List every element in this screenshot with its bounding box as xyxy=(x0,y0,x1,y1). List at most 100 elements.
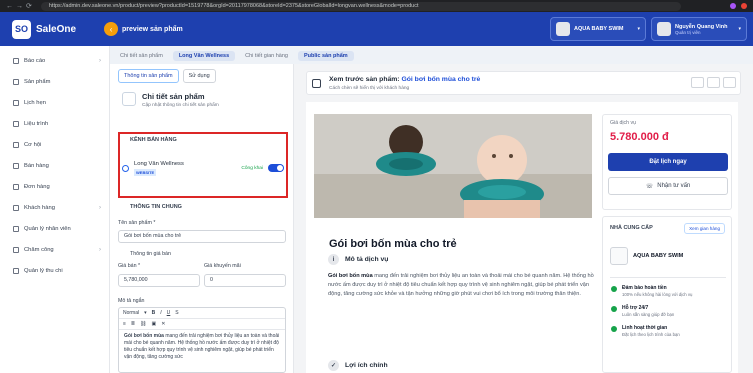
address-bar[interactable]: https://admin.dev.saleone.vn/product/pre… xyxy=(40,1,681,11)
back-button[interactable]: ‹ xyxy=(104,22,119,36)
preview-title-product: Gói bơi bốn mùa cho trẻ xyxy=(401,76,481,83)
store-name: AQUA BABY SWIM xyxy=(574,26,624,32)
name-input[interactable]: Gói bơi bốn mùa cho trẻ xyxy=(118,230,286,243)
app-logo[interactable]: SO SaleOne xyxy=(12,19,76,39)
menu-icon xyxy=(13,225,19,232)
sidebar-item[interactable]: Cơ hội xyxy=(0,134,109,155)
menu-icon xyxy=(13,204,19,211)
feature-subtitle: Luôn sẵn sàng giúp đỡ bạn xyxy=(622,312,675,317)
sidebar-item[interactable]: Quản lý thu chi xyxy=(0,260,109,281)
desc-bold: Gói bơi bốn mùa xyxy=(328,273,373,279)
top-bar: SO SaleOne ‹ preview sản phẩm AQUA BABY … xyxy=(0,12,753,46)
preview-subtitle: Cách chèn sẽ hiển thị với khách hàng xyxy=(329,86,410,91)
menu-icon xyxy=(13,120,19,127)
bold-button[interactable]: B xyxy=(152,310,156,316)
underline-button[interactable]: U xyxy=(167,310,171,316)
sidebar-item[interactable]: Bán hàng xyxy=(0,155,109,176)
mobile-view-button[interactable] xyxy=(707,77,720,88)
view-store-button[interactable]: Xem gian hàng xyxy=(684,223,725,234)
sidebar-item[interactable]: Sản phẩm xyxy=(0,71,109,92)
sidebar-item[interactable]: Đơn hàng xyxy=(0,176,109,197)
browser-nav-icons[interactable]: ←→⟳ xyxy=(6,2,35,10)
clear-format-icon[interactable]: ✕ xyxy=(161,321,165,327)
italic-button[interactable]: I xyxy=(160,310,161,316)
feature-item: Linh hoạt thời gian Đặt lịch theo lịch tr… xyxy=(611,325,680,337)
preview-title: Xem trước sản phẩm: Gói bơi bốn mùa cho … xyxy=(329,76,480,83)
fullscreen-button[interactable] xyxy=(723,77,736,88)
tab-product-detail[interactable]: Chi tiết sản phẩm xyxy=(114,51,169,61)
store-avatar xyxy=(556,22,570,36)
menu-icon xyxy=(13,141,19,148)
supplier-logo xyxy=(610,247,628,265)
feature-item: Đảm bảo hoàn tiền 100% nếu không hài lòng… xyxy=(611,285,692,297)
check-circle-icon xyxy=(611,326,617,332)
user-role: Quản trị viên xyxy=(675,29,701,35)
product-description: Gói bơi bốn mùa mang đến trải nghiệm bơi… xyxy=(328,272,596,299)
book-now-button[interactable]: Đặt lịch ngay xyxy=(608,153,728,171)
sidebar-item-label: Cơ hội xyxy=(24,141,42,148)
general-info-title: THÔNG TIN CHUNG xyxy=(130,204,182,210)
promo-label: Giá khuyến mãi xyxy=(204,263,241,269)
public-toggle[interactable] xyxy=(268,164,284,172)
style-select[interactable]: Normal xyxy=(123,310,139,316)
sidebar-item[interactable]: Lịch hẹn xyxy=(0,92,109,113)
price-input[interactable]: 5,780,000 xyxy=(118,274,200,287)
list-icon[interactable]: ≡ xyxy=(123,321,126,327)
store-switcher[interactable]: AQUA BABY SWIM ▾ xyxy=(550,17,646,41)
rich-text-editor[interactable]: Normal ▾ BIU S ≡ ≣ ⛓ ▣ ✕ Gói bơi bốn mùa man… xyxy=(118,307,286,373)
browser-extensions xyxy=(730,3,747,9)
sidebar-item-label: Báo cáo xyxy=(24,57,46,64)
preview-panel: Xem trước sản phẩm: Gói bơi bốn mùa cho … xyxy=(294,64,753,373)
link-icon[interactable]: ⛓ xyxy=(140,321,146,327)
desc-heading-text: Mô tả dịch vụ xyxy=(345,256,389,263)
strike-button[interactable]: S xyxy=(175,310,178,316)
tab-longvan-wellness[interactable]: Long Vân Wellness xyxy=(172,50,236,61)
feature-title: Hỗ trợ 24/7 xyxy=(622,305,649,311)
preview-content: Gói bơi bốn mùa cho trẻ i Mô tả dịch vụ G… xyxy=(306,102,738,373)
sidebar-item-label: Đơn hàng xyxy=(24,183,50,190)
monitor-icon xyxy=(312,79,321,88)
user-name: Nguyễn Quang Vinh xyxy=(675,23,728,30)
image-icon[interactable]: ▣ xyxy=(151,321,156,327)
channel-badge: WEBSITE xyxy=(134,168,157,176)
section-subtitle: Cập nhật thông tin chi tiết sản phẩm xyxy=(142,103,219,108)
menu-icon xyxy=(13,267,19,274)
promo-input[interactable]: 0 xyxy=(204,274,286,287)
sidebar-item[interactable]: Quản lý nhân viên xyxy=(0,218,109,239)
extension-icon[interactable] xyxy=(730,3,736,9)
sidebar-item-label: Bán hàng xyxy=(24,162,49,169)
editor-content[interactable]: Gói bơi bốn mùa mang đến trải nghiệm bơi… xyxy=(119,330,285,364)
tab-store-detail[interactable]: Chi tiết gian hàng xyxy=(239,51,294,61)
editor-toolbar: Normal ▾ BIU S xyxy=(119,308,285,319)
editor-toolbar-2: ≡ ≣ ⛓ ▣ ✕ xyxy=(119,319,285,330)
feature-title: Linh hoạt thời gian xyxy=(622,325,668,331)
tab-product-info[interactable]: Thông tin sản phẩm xyxy=(118,69,179,83)
menu-icon xyxy=(13,246,19,253)
tab-public-product[interactable]: Public sản phẩm xyxy=(297,50,354,61)
align-icon[interactable]: ≣ xyxy=(131,321,135,327)
consult-button[interactable]: ☏ Nhận tư vấn xyxy=(608,177,728,195)
price-card: Giá dịch vụ 5.780.000 đ Đặt lịch ngay ☏ N… xyxy=(602,114,732,210)
desc-label: Mô tả ngắn xyxy=(118,298,145,304)
sidebar-item[interactable]: Chăm công › xyxy=(0,239,109,260)
sidebar-item[interactable]: Khách hàng › xyxy=(0,197,109,218)
menu-icon xyxy=(13,57,19,64)
menu-icon xyxy=(13,183,19,190)
sidebar-item[interactable]: Liệu trình xyxy=(0,113,109,134)
price-section-title: Thông tin giá bán xyxy=(130,251,171,257)
user-menu[interactable]: Nguyễn Quang Vinh Quản trị viên ▾ xyxy=(651,17,747,41)
chevron-down-icon: ▾ xyxy=(738,26,741,32)
menu-icon xyxy=(13,99,19,106)
sidebar-item[interactable]: Báo cáo › xyxy=(0,50,109,71)
check-icon: ✓ xyxy=(328,360,339,371)
check-circle-icon xyxy=(611,286,617,292)
feature-subtitle: 100% nếu không hài lòng với dịch vụ xyxy=(622,292,693,297)
tab-usage[interactable]: Sử dụng xyxy=(182,69,216,83)
product-title: Gói bơi bốn mùa cho trẻ xyxy=(329,238,457,250)
desktop-view-button[interactable] xyxy=(691,77,704,88)
chevron-down-icon: ▾ xyxy=(144,310,147,316)
benefits-heading: ✓ Lợi ích chính xyxy=(328,360,388,371)
sidebar-item-label: Khách hàng xyxy=(24,204,55,211)
profile-icon[interactable] xyxy=(741,3,747,9)
chevron-right-icon: › xyxy=(99,204,101,211)
